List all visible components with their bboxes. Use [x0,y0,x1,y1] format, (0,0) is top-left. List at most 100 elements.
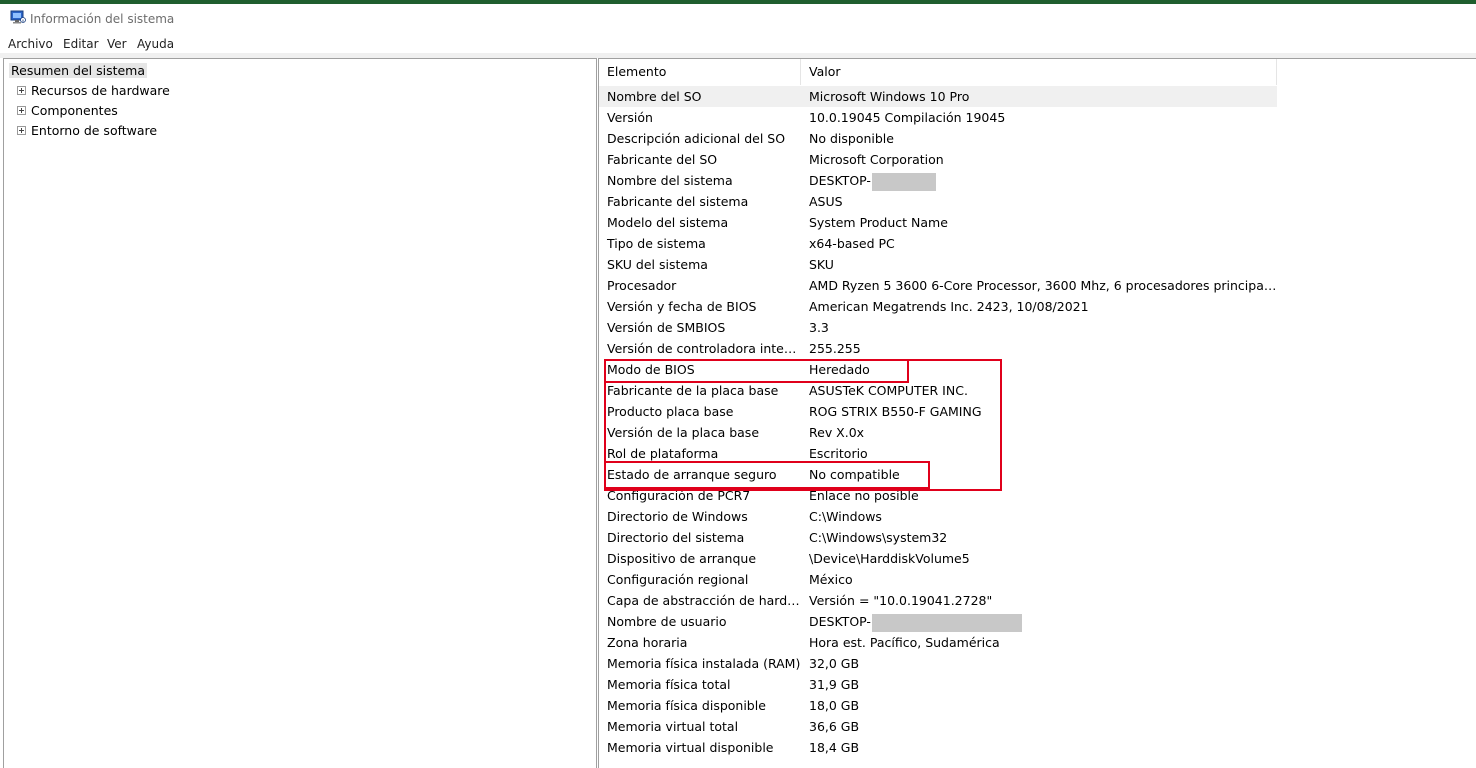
table-row[interactable]: Nombre del sistema DESKTOP- [599,170,1476,191]
menu-editar[interactable]: Editar [63,37,99,51]
row-value-text: Rev X.0x [809,425,865,440]
table-row[interactable]: Zona horaria Hora est. Pacífico, Sudaméri… [599,632,1476,653]
row-value-text: American Megatrends Inc. 2423, 10/08/202… [809,299,1089,314]
table-row[interactable]: Versión 10.0.19045 Compilación 19045 [599,107,1476,128]
row-value: Rev X.0x [801,422,1277,443]
column-header-elemento[interactable]: Elemento [599,59,801,85]
table-row[interactable]: Capa de abstracción de hardw... Versión =… [599,590,1476,611]
expand-plus-icon[interactable] [17,106,26,115]
table-row[interactable]: Fabricante del SO Microsoft Corporation [599,149,1476,170]
row-element-name: Producto placa base [607,404,734,419]
table-row[interactable]: Memoria física total 31,9 GB [599,674,1476,695]
row-value: 18,4 GB [801,737,1277,758]
column-header-valor[interactable]: Valor [801,59,1277,85]
row-value: Escritorio [801,443,1277,464]
row-value: 18,0 GB [801,695,1277,716]
row-value: American Megatrends Inc. 2423, 10/08/202… [801,296,1277,317]
row-element-name: Nombre de usuario [607,614,727,629]
row-element-name: SKU del sistema [607,257,708,272]
table-row[interactable]: Versión de la placa base Rev X.0x [599,422,1476,443]
row-value-text: Heredado [809,362,870,377]
row-value-text: \Device\HarddiskVolume5 [809,551,970,566]
redaction-bar [871,172,936,191]
table-row[interactable]: Nombre de usuario DESKTOP- [599,611,1476,632]
row-value-text: Versión = "10.0.19041.2728" [809,593,993,608]
table-row[interactable]: Tipo de sistema x64-based PC [599,233,1476,254]
table-row[interactable]: Memoria física instalada (RAM) 32,0 GB [599,653,1476,674]
row-element-name: Zona horaria [607,635,688,650]
menu-bar: Archivo Editar Ver Ayuda [0,34,1476,54]
table-row[interactable]: Versión y fecha de BIOS American Megatren… [599,296,1476,317]
tree-item-entorno-de-software[interactable]: Entorno de software [17,122,157,140]
table-row[interactable]: Memoria física disponible 18,0 GB [599,695,1476,716]
expand-plus-icon[interactable] [17,126,26,135]
row-value: Hora est. Pacífico, Sudamérica [801,632,1277,653]
table-row[interactable]: Modo de BIOS Heredado [599,359,1476,380]
table-row[interactable]: Modelo del sistema System Product Name [599,212,1476,233]
row-element-name: Tipo de sistema [607,236,706,251]
tree-item-label: Recursos de hardware [31,83,170,98]
table-row[interactable]: Nombre del SO Microsoft Windows 10 Pro [599,86,1476,107]
table-row[interactable]: SKU del sistema SKU [599,254,1476,275]
row-value-text: No compatible [809,467,900,482]
table-row[interactable]: Versión de SMBIOS 3.3 [599,317,1476,338]
row-value: 32,0 GB [801,653,1277,674]
row-value-text: SKU [809,257,834,272]
row-value-text: Microsoft Corporation [809,152,944,167]
table-row[interactable]: Directorio del sistema C:\Windows\system3… [599,527,1476,548]
menu-ayuda[interactable]: Ayuda [137,37,174,51]
tree-item-componentes[interactable]: Componentes [17,102,118,120]
row-value: Microsoft Windows 10 Pro [801,86,1277,107]
row-value: ASUS [801,191,1277,212]
row-value: DESKTOP- [801,170,1277,191]
row-element-name: Fabricante del SO [607,152,718,167]
row-value: Enlace no posible [801,485,1277,506]
table-row[interactable]: Procesador AMD Ryzen 5 3600 6-Core Proces… [599,275,1476,296]
row-value: Versión = "10.0.19041.2728" [801,590,1277,611]
tree-item-resumen-del-sistema[interactable]: Resumen del sistema [9,62,148,80]
row-value: ASUSTeK COMPUTER INC. [801,380,1277,401]
table-row[interactable]: Versión de controladora integr... 255.255 [599,338,1476,359]
row-value-text: 36,6 GB [809,719,860,734]
row-value: DESKTOP- [801,611,1277,632]
row-value-text: Escritorio [809,446,868,461]
table-row[interactable]: Configuración de PCR7 Enlace no posible [599,485,1476,506]
tree-item-recursos-de-hardware[interactable]: Recursos de hardware [17,82,170,100]
row-value-text: x64-based PC [809,236,895,251]
row-element-name: Fabricante de la placa base [607,383,779,398]
row-value-text: 10.0.19045 Compilación 19045 [809,110,1006,125]
menu-ver[interactable]: Ver [107,37,127,51]
system-information-icon [10,10,26,24]
row-element-name: Dispositivo de arranque [607,551,757,566]
row-value: México [801,569,1277,590]
row-element-name: Versión de SMBIOS [607,320,726,335]
row-value: No disponible [801,128,1277,149]
table-row[interactable]: Producto placa base ROG STRIX B550-F GAMI… [599,401,1476,422]
row-element-name: Modo de BIOS [607,362,695,377]
table-row[interactable]: Rol de plataforma Escritorio [599,443,1476,464]
row-value-text: ASUSTeK COMPUTER INC. [809,383,968,398]
row-value: C:\Windows\system32 [801,527,1277,548]
table-row[interactable]: Descripción adicional del SO No disponibl… [599,128,1476,149]
table-row[interactable]: Fabricante del sistema ASUS [599,191,1476,212]
category-tree[interactable]: Resumen del sistema Recursos de hardware… [3,58,597,768]
table-row[interactable]: Dispositivo de arranque \Device\HarddiskV… [599,548,1476,569]
table-row[interactable]: Configuración regional México [599,569,1476,590]
table-row[interactable]: Estado de arranque seguro No compatible [599,464,1476,485]
row-element-name: Configuración de PCR7 [607,488,751,503]
row-value-text: 3.3 [809,320,829,335]
table-row[interactable]: Memoria virtual disponible 18,4 GB [599,737,1476,758]
row-element-name: Versión y fecha de BIOS [607,299,757,314]
details-list[interactable]: Elemento Valor Nombre del SO Microsoft Wi… [598,58,1476,768]
window-title: Información del sistema [30,12,175,26]
menu-archivo[interactable]: Archivo [8,37,53,51]
table-row[interactable]: Directorio de Windows C:\Windows [599,506,1476,527]
row-value-text: DESKTOP- [809,173,871,188]
row-element-name: Estado de arranque seguro [607,467,777,482]
table-row[interactable]: Fabricante de la placa base ASUSTeK COMPU… [599,380,1476,401]
expand-plus-icon[interactable] [17,86,26,95]
table-row[interactable]: Memoria virtual total 36,6 GB [599,716,1476,737]
row-value-text: AMD Ryzen 5 3600 6-Core Processor, 3600 … [809,278,1277,293]
row-element-name: Directorio del sistema [607,530,745,545]
row-value: 3.3 [801,317,1277,338]
